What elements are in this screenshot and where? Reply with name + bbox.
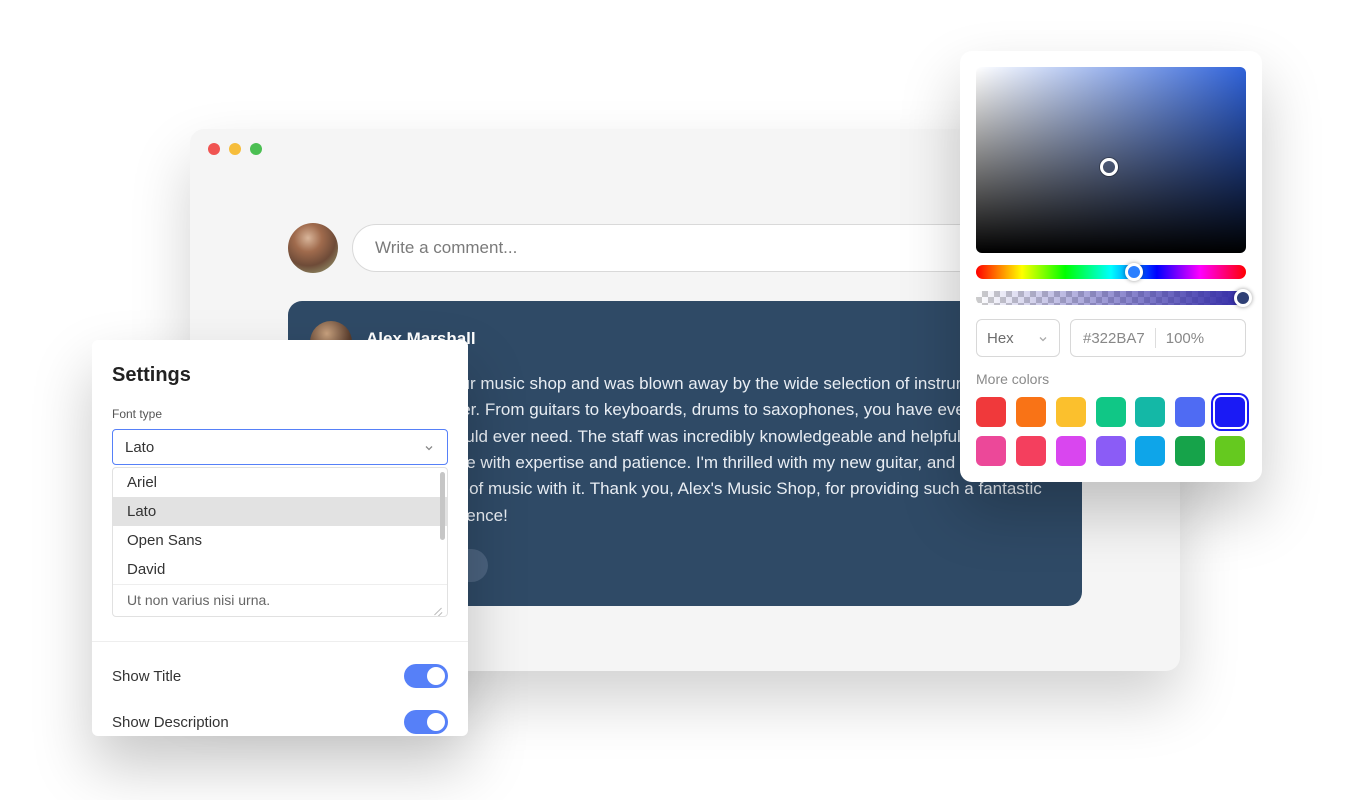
color-swatch[interactable] xyxy=(1096,397,1126,427)
font-option-ariel[interactable]: Ariel xyxy=(113,468,447,497)
color-swatch[interactable] xyxy=(1215,436,1245,466)
font-option-david[interactable]: David xyxy=(113,555,447,584)
color-swatch[interactable] xyxy=(1056,397,1086,427)
color-swatch[interactable] xyxy=(1056,436,1086,466)
hue-slider[interactable] xyxy=(976,265,1246,279)
font-type-select[interactable]: Lato xyxy=(112,429,448,465)
sample-text-input[interactable]: Ut non varius nisi urna. xyxy=(113,584,447,616)
divider xyxy=(1155,328,1156,348)
font-option-open-sans[interactable]: Open Sans xyxy=(113,526,447,555)
show-title-row: Show Title xyxy=(112,664,448,688)
font-type-dropdown: Ariel Lato Open Sans David Ut non varius… xyxy=(112,467,448,617)
font-option-lato[interactable]: Lato xyxy=(113,497,447,526)
saturation-value-area[interactable] xyxy=(976,67,1246,253)
color-swatch[interactable] xyxy=(976,436,1006,466)
window-close-dot[interactable] xyxy=(208,143,220,155)
traffic-lights xyxy=(208,143,262,155)
window-maximize-dot[interactable] xyxy=(250,143,262,155)
color-picker-panel: Hex #322BA7 100% More colors xyxy=(960,51,1262,482)
picker-inputs: Hex #322BA7 100% xyxy=(976,319,1246,357)
alpha-thumb[interactable] xyxy=(1234,289,1252,307)
hex-input[interactable]: #322BA7 100% xyxy=(1070,319,1246,357)
scrollbar-thumb[interactable] xyxy=(440,472,445,540)
show-description-row: Show Description xyxy=(112,710,448,734)
format-value: Hex xyxy=(987,330,1014,347)
hue-thumb[interactable] xyxy=(1125,263,1143,281)
divider xyxy=(92,641,468,642)
settings-panel: Settings Font type Lato Ariel Lato Open … xyxy=(92,340,468,736)
chevron-down-icon xyxy=(423,441,435,453)
color-swatch[interactable] xyxy=(1215,397,1245,427)
more-colors-label: More colors xyxy=(976,371,1246,387)
color-swatch[interactable] xyxy=(1135,397,1165,427)
show-description-label: Show Description xyxy=(112,714,229,731)
color-swatch[interactable] xyxy=(1096,436,1126,466)
window-minimize-dot[interactable] xyxy=(229,143,241,155)
settings-title: Settings xyxy=(112,364,448,387)
color-swatch[interactable] xyxy=(976,397,1006,427)
color-swatch[interactable] xyxy=(1016,436,1046,466)
color-swatch[interactable] xyxy=(1175,436,1205,466)
resize-handle-icon[interactable] xyxy=(433,604,443,614)
show-title-label: Show Title xyxy=(112,668,181,685)
color-swatch[interactable] xyxy=(1135,436,1165,466)
swatches-grid xyxy=(976,397,1246,466)
color-format-select[interactable]: Hex xyxy=(976,319,1060,357)
color-swatch[interactable] xyxy=(1175,397,1205,427)
alpha-slider[interactable] xyxy=(976,291,1246,305)
hex-value: #322BA7 xyxy=(1083,330,1145,347)
font-type-value: Lato xyxy=(125,439,154,456)
picker-cursor-icon[interactable] xyxy=(1100,158,1118,176)
chevron-down-icon xyxy=(1037,332,1049,344)
alpha-value: 100% xyxy=(1166,330,1204,347)
show-title-toggle[interactable] xyxy=(404,664,448,688)
color-swatch[interactable] xyxy=(1016,397,1046,427)
font-type-label: Font type xyxy=(112,407,448,421)
sample-text-value: Ut non varius nisi urna. xyxy=(127,592,270,608)
show-description-toggle[interactable] xyxy=(404,710,448,734)
avatar xyxy=(288,223,338,273)
